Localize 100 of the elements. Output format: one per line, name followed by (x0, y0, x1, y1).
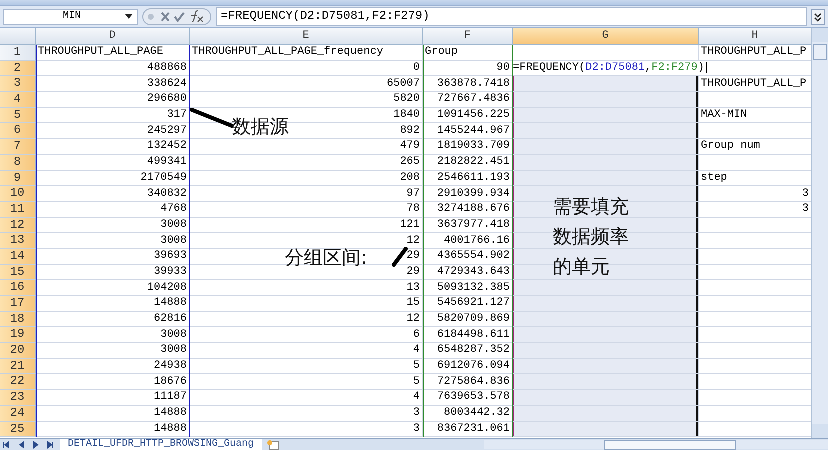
formula-buttons-icon[interactable] (142, 8, 212, 26)
table-cell-text: 5456921.127 (436, 296, 511, 310)
table-cell-text: Group num (700, 139, 762, 154)
column-header[interactable]: G (513, 28, 699, 45)
row-header[interactable]: 1 (0, 45, 36, 61)
table-cell-text: 29 (406, 264, 421, 279)
vertical-scrollbar[interactable] (811, 28, 828, 438)
table-cell-text: 265 (399, 155, 421, 170)
table-cell-text: 18676 (152, 374, 188, 389)
column-header[interactable]: E (190, 28, 423, 45)
table-cell-text: 11187 (152, 390, 188, 404)
table-cell-text: 0 (412, 61, 421, 76)
new-sheet-icon[interactable] (266, 440, 280, 450)
name-box[interactable]: MIN (3, 8, 138, 24)
table-cell-text: 6 (412, 328, 421, 342)
row-header[interactable]: 22 (0, 374, 36, 390)
table-cell-text: 5 (412, 359, 421, 374)
formula-cell-text[interactable]: =FREQUENCY(D2:D75081,F2:F279) (513, 61, 708, 76)
expand-icon[interactable] (811, 8, 825, 24)
table-cell-text: 2546611.193 (436, 170, 511, 185)
row-header[interactable]: 18 (0, 312, 36, 328)
row-header[interactable]: 19 (0, 327, 36, 344)
leader-line (392, 247, 408, 267)
table-cell-text: 4365554.902 (436, 249, 511, 264)
horizontal-scrollbar[interactable] (484, 440, 828, 449)
table-cell-text: 6912076.094 (436, 359, 511, 374)
table-cell-text: 3008 (160, 234, 188, 248)
table-cell-text: 39693 (152, 249, 188, 264)
table-cell-text: 208 (399, 170, 421, 185)
table-cell-text: 6184498.611 (436, 328, 511, 342)
table-cell-text: 4729343.643 (436, 264, 511, 279)
table-cell-text: 3008 (160, 328, 188, 342)
sheet-tab[interactable]: DETAIL_UFDR_HTTP_BROWSING_Guang (60, 439, 262, 450)
table-cell-text: 479 (399, 139, 421, 154)
table-cell-text: 4768 (160, 202, 188, 216)
table-cell-text: 4001766.16 (442, 234, 511, 248)
column-header[interactable]: H (699, 28, 812, 45)
table-cell-text: 13 (406, 280, 421, 295)
table-cell-text: THROUGHPUT_ALL_PAGE (37, 45, 164, 60)
table-cell-text: 245297 (146, 124, 188, 138)
table-cell-text: 3 (412, 422, 421, 436)
row-header[interactable]: 21 (0, 358, 36, 374)
table-cell-text: 3 (412, 406, 421, 420)
table-cell-text: 488868 (146, 61, 188, 76)
table-cell-text: 5 (412, 374, 421, 389)
table-cell-text: 1840 (392, 108, 421, 122)
formula-input[interactable]: =FREQUENCY(D2:D75081,F2:F279) (216, 7, 807, 26)
column-header[interactable]: F (423, 28, 513, 45)
row-header[interactable]: 3 (0, 76, 36, 92)
table-cell-text: 1455244.967 (436, 124, 511, 138)
annotation-text: 数据源 (232, 115, 289, 140)
table-cell-text: 3637977.418 (436, 218, 511, 232)
leader-line (190, 108, 234, 128)
table-cell-text: MAX-MIN (700, 108, 748, 122)
row-header[interactable]: 20 (0, 343, 36, 359)
row-header[interactable]: 13 (0, 233, 36, 249)
annotation-text: 分组区间: (285, 246, 368, 271)
row-header[interactable]: 11 (0, 202, 36, 218)
table-cell-text: 296680 (146, 92, 188, 106)
row-header[interactable]: 12 (0, 218, 36, 234)
row-header[interactable]: 16 (0, 280, 36, 296)
row-header[interactable]: 6 (0, 123, 36, 140)
table-cell-text: 8003442.32 (442, 406, 511, 420)
table-cell-text: 14888 (152, 422, 188, 436)
row-header[interactable]: 17 (0, 296, 36, 312)
table-cell-text: 97 (406, 186, 421, 201)
table-cell-text: 2182822.451 (436, 155, 511, 170)
row-header[interactable]: 14 (0, 248, 36, 265)
annotation-text: 需要填充数据频率的单元 (553, 195, 630, 280)
row-header[interactable]: 10 (0, 186, 36, 202)
row-header[interactable]: 15 (0, 264, 36, 280)
table-cell-text: 29 (406, 249, 421, 264)
row-header[interactable]: 2 (0, 60, 36, 76)
table-cell-text: 5820709.869 (436, 312, 511, 326)
table-cell-text: 3274188.676 (436, 202, 511, 216)
row-header[interactable]: 25 (0, 422, 36, 438)
dropdown-icon[interactable] (125, 14, 133, 20)
table-cell-text: THROUGHPUT_ALL_P (700, 45, 808, 60)
row-header[interactable]: 7 (0, 139, 36, 155)
row-header[interactable]: 5 (0, 108, 36, 124)
table-cell-text: 1819033.709 (436, 139, 511, 154)
table-cell-text: step (700, 170, 728, 185)
row-header[interactable]: 23 (0, 390, 36, 406)
table-cell-text: 14888 (152, 296, 188, 310)
row-header[interactable]: 9 (0, 170, 36, 186)
table-cell-text: 14888 (152, 406, 188, 420)
row-header[interactable]: 4 (0, 92, 36, 108)
row-header[interactable]: 8 (0, 154, 36, 170)
table-cell-text: 104208 (146, 280, 188, 295)
table-cell-text: 3 (801, 186, 810, 201)
table-cell-text: 90 (496, 61, 511, 76)
table-cell-text: THROUGHPUT_ALL_PAGE_frequency (191, 45, 384, 60)
table-cell-text: 5093132.385 (436, 280, 511, 295)
table-cell-text: 8367231.061 (436, 422, 511, 436)
table-cell-text: 62816 (152, 312, 188, 326)
column-header[interactable]: D (36, 28, 190, 45)
table-cell-text: 5820 (392, 92, 421, 106)
row-header[interactable]: 24 (0, 406, 36, 422)
table-cell-text: 132452 (146, 139, 188, 154)
table-cell-text: 121 (399, 218, 421, 232)
